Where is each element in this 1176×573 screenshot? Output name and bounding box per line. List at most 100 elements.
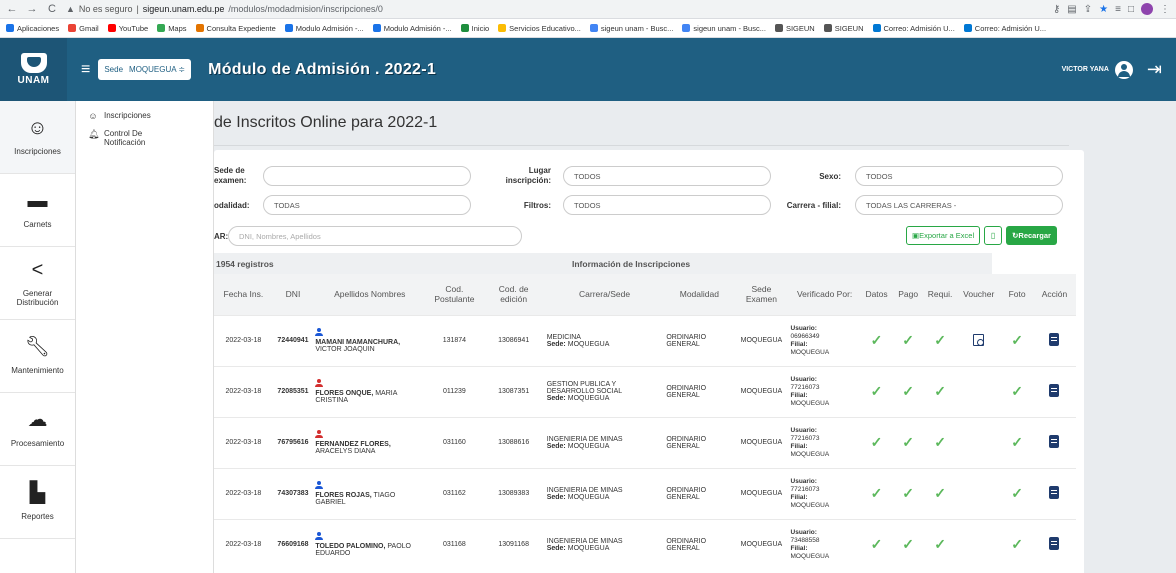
name-cell: FLORES ROJAS, TIAGO GABRIEL: [313, 467, 427, 519]
column-header[interactable]: Pago: [892, 274, 924, 315]
reading-list-icon[interactable]: ≡: [1115, 4, 1121, 15]
sidebar-item-reportes[interactable]: ▙ Reportes: [0, 466, 75, 539]
submenu-item-notificacion[interactable]: 🔔︎ Control De Notificación: [76, 125, 213, 151]
reload-button[interactable]: ↻ Recargar: [1006, 226, 1057, 245]
menu-icon[interactable]: ⋮: [1160, 4, 1170, 15]
column-header[interactable]: Carrera/Sede: [544, 274, 665, 315]
address-bar[interactable]: ▲ No es seguro | sigeun.unam.edu.pe/modu…: [66, 4, 1045, 14]
bookmark-item[interactable]: Consulta Expediente: [195, 24, 276, 33]
column-header[interactable]: Apellidos Nombres: [313, 274, 427, 315]
filial-label: Filial:: [790, 493, 808, 501]
sidebar-item-procesamiento[interactable]: ☁ Procesamiento: [0, 393, 75, 466]
requi-cell: ✓: [923, 416, 957, 468]
hamburger-menu-icon[interactable]: ≡: [81, 61, 90, 79]
column-header[interactable]: Voucher: [956, 274, 1002, 315]
sidebar-item-carnets[interactable]: ▬ Carnets: [0, 174, 75, 247]
star-icon[interactable]: ★: [1099, 4, 1108, 15]
bookmark-item[interactable]: SIGEUN: [774, 24, 815, 33]
carrera-select[interactable]: TODAS LAS CARRERAS -: [855, 195, 1063, 215]
pago-cell: ✓: [892, 467, 924, 519]
bookmark-label: Correo: Admisión U...: [974, 23, 1047, 33]
column-header[interactable]: Datos: [860, 274, 893, 315]
voucher-search-icon[interactable]: [973, 333, 985, 346]
bookmark-item[interactable]: sigeun unam - Busc...: [682, 24, 766, 33]
modalidad-select[interactable]: TODAS: [263, 195, 471, 215]
forward-icon[interactable]: →: [26, 3, 38, 15]
filters-card: Sede de examen: Lugar inscripción: TODOS…: [214, 150, 1084, 573]
bookmark-item[interactable]: sigeun unam - Busc...: [589, 24, 673, 33]
column-header[interactable]: Sede Examen: [734, 274, 789, 315]
table-row[interactable]: 2022-03-18 76609168 TOLEDO PALOMINO, PAOLO…: [214, 518, 1076, 570]
sede-examen-select[interactable]: [263, 166, 471, 186]
table-row[interactable]: 2022-03-18 76795616 FERNANDEZ FLORES, ARAC…: [214, 416, 1076, 468]
column-header[interactable]: Cod. Postulante: [426, 274, 483, 315]
security-warning: No es seguro: [78, 4, 133, 14]
export-excel-button[interactable]: ▣ Exportar a Excel: [906, 226, 981, 245]
filial-value: MOQUEGUA: [790, 552, 830, 560]
filial-value: MOQUEGUA: [790, 399, 830, 407]
column-header[interactable]: DNI: [272, 274, 314, 315]
column-header[interactable]: Fecha Ins.: [214, 274, 273, 315]
unam-logo[interactable]: UNAM: [0, 38, 67, 101]
search-input[interactable]: DNI, Nombres, Apellidos: [228, 226, 522, 246]
id-card-icon[interactable]: [1049, 333, 1060, 346]
bookmark-item[interactable]: Aplicaciones: [6, 24, 59, 33]
sidebar-item-generar[interactable]: < Generar Distribución: [0, 247, 75, 320]
voucher-cell: [956, 518, 1002, 570]
sede-value: MOQUEGUA: [567, 544, 610, 552]
column-header[interactable]: Verificado Por:: [788, 274, 861, 315]
key-icon[interactable]: ⚷: [1053, 4, 1060, 15]
carrera-cell: INGENIERIA DE MINAS Sede: MOQUEGUA: [544, 416, 665, 468]
lugar-label: Lugar inscripción:: [505, 166, 551, 185]
id-card-icon[interactable]: [1049, 384, 1060, 397]
column-header[interactable]: Foto: [1001, 274, 1033, 315]
cloud-icon: ☁: [27, 409, 48, 431]
translate-icon[interactable]: ▤: [1067, 4, 1076, 15]
column-header[interactable]: Modalidad: [664, 274, 735, 315]
bookmark-item[interactable]: Maps: [157, 24, 187, 33]
bookmark-item[interactable]: SIGEUN: [823, 24, 864, 33]
column-header[interactable]: Acción: [1032, 274, 1076, 315]
filtros-select[interactable]: TODOS: [563, 195, 771, 215]
share-icon[interactable]: ⇪: [1084, 4, 1092, 15]
table-row[interactable]: 2022-03-18 72440941 MAMANI MAMANCHURA, VIC…: [214, 314, 1076, 366]
back-icon[interactable]: ←: [6, 3, 18, 15]
user-menu[interactable]: VICTOR YANA: [1062, 60, 1133, 79]
table-row[interactable]: 2022-03-18 74307383 FLORES ROJAS, TIAGO GA…: [214, 467, 1076, 519]
bookmark-item[interactable]: Servicios Educativo...: [498, 24, 581, 33]
verificado-info: Usuario: 77216073 Filial: MOQUEGUA: [791, 478, 859, 510]
lugar-select[interactable]: TODOS: [563, 166, 771, 186]
reload-icon[interactable]: C: [46, 3, 58, 15]
sexo-select[interactable]: TODOS: [855, 166, 1063, 186]
column-header[interactable]: Requi.: [923, 274, 957, 315]
carrera-cell: MEDICINA Sede: MOQUEGUA: [544, 314, 665, 366]
window-icon[interactable]: □: [1128, 4, 1134, 15]
bookmark-item[interactable]: Gmail: [68, 24, 99, 33]
name-cell: FERNANDEZ FLORES, ARACELYS DIANA: [313, 416, 427, 468]
pdf-button[interactable]: ▯: [984, 226, 1003, 245]
sede-label: Sede:: [546, 395, 566, 402]
bookmark-item[interactable]: Modulo Admisión -...: [284, 24, 364, 33]
table-row[interactable]: 2022-03-18 72085351 FLORES ONQUE, MARIA CR…: [214, 365, 1076, 417]
id-card-icon[interactable]: [1049, 486, 1060, 499]
bookmark-item[interactable]: Modulo Admisión -...: [372, 24, 452, 33]
foto-cell: ✓: [1001, 314, 1033, 366]
logout-icon[interactable]: ⇥: [1147, 59, 1162, 80]
sidebar-item-inscripciones[interactable]: ☺ Inscripciones: [0, 101, 75, 174]
table-header: Fecha Ins. DNI Apellidos Nombres Cod. Postu…: [214, 274, 1076, 315]
profile-avatar[interactable]: [1141, 3, 1153, 15]
bookmark-item[interactable]: Correo: Admisión U...: [963, 23, 1047, 33]
bookmark-item[interactable]: YouTube: [107, 24, 148, 33]
carrera-cell: GESTION PUBLICA Y DESARROLLO SOCIAL Sede:…: [544, 365, 665, 417]
column-header[interactable]: Cod. de edición: [482, 274, 545, 315]
sidebar-item-mantenimiento[interactable]: 🔧︎ Mantenimiento: [0, 320, 75, 393]
filial-value: MOQUEGUA: [790, 501, 830, 509]
id-card-icon[interactable]: [1049, 435, 1060, 448]
pago-cell: ✓: [892, 518, 924, 570]
sede-selector[interactable]: Sede MOQUEGUA ≑: [98, 59, 192, 80]
usuario-value: 77216073: [790, 434, 820, 442]
id-card-icon[interactable]: [1049, 537, 1060, 551]
bookmark-item[interactable]: Inicio: [460, 24, 489, 33]
bookmark-item[interactable]: Correo: Admisión U...: [872, 24, 955, 33]
submenu-item-inscripciones[interactable]: ☺ Inscripciones: [76, 107, 213, 125]
